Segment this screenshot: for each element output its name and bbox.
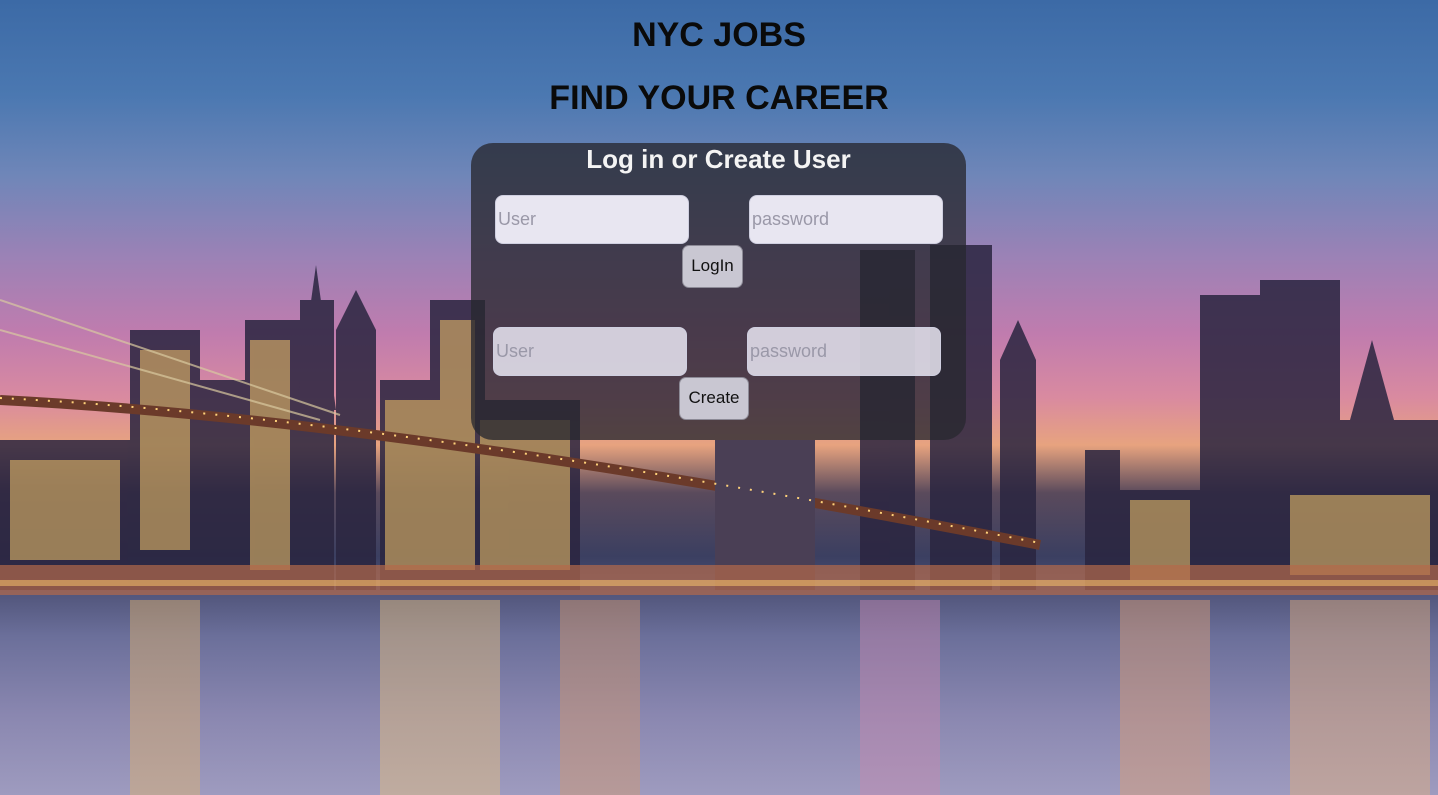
login-password-input[interactable] [749,195,943,244]
page-subtitle: FIND YOUR CAREER [549,79,889,117]
auth-panel-title: Log in or Create User [586,144,851,174]
login-button[interactable]: LogIn [682,245,743,288]
login-user-input[interactable] [495,195,689,244]
auth-panel: Log in or Create User LogIn Create [471,143,966,440]
create-password-input[interactable] [747,327,941,376]
create-button[interactable]: Create [679,377,749,420]
create-user-input[interactable] [493,327,687,376]
page-title: NYC JOBS [632,16,806,54]
